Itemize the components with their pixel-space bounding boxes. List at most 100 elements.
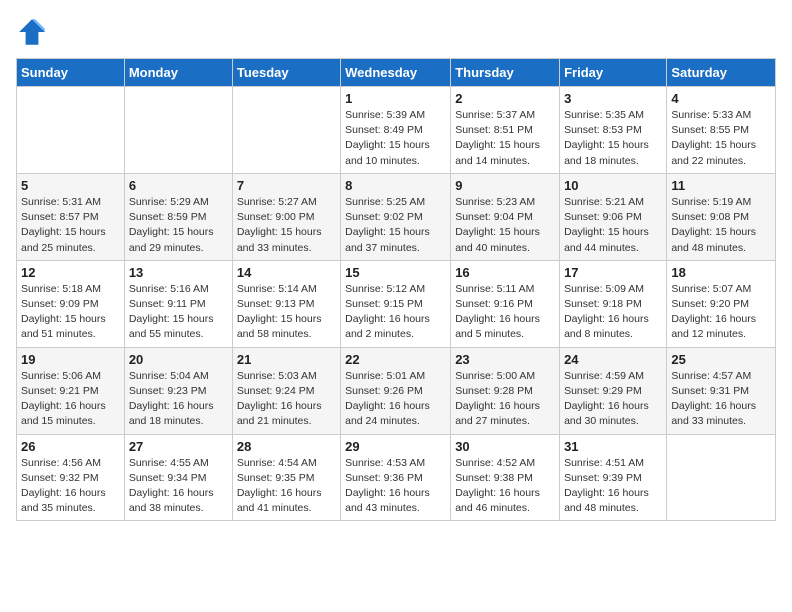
calendar-cell: 1 Sunrise: 5:39 AMSunset: 8:49 PMDaylight… xyxy=(341,87,451,174)
calendar-cell: 21Sunrise: 5:03 AMSunset: 9:24 PMDayligh… xyxy=(232,347,340,434)
day-number: 18 xyxy=(671,265,771,280)
calendar-cell: 9 Sunrise: 5:23 AMSunset: 9:04 PMDaylight… xyxy=(451,173,560,260)
day-number: 22 xyxy=(345,352,446,367)
day-of-week-header: Saturday xyxy=(667,59,776,87)
day-info: Sunrise: 4:59 AMSunset: 9:29 PMDaylight:… xyxy=(564,369,662,430)
calendar-cell: 26 Sunrise: 4:56 AMSunset: 9:32 PMDayligh… xyxy=(17,434,125,521)
day-info: Sunrise: 5:29 AMSunset: 8:59 PMDaylight:… xyxy=(129,195,228,256)
day-number: 11 xyxy=(671,178,771,193)
calendar-cell: 22 Sunrise: 5:01 AMSunset: 9:26 PMDayligh… xyxy=(341,347,451,434)
day-info: Sunrise: 5:23 AMSunset: 9:04 PMDaylight:… xyxy=(455,195,555,256)
calendar-cell: 16Sunrise: 5:11 AMSunset: 9:16 PMDayligh… xyxy=(451,260,560,347)
calendar-cell: 31 Sunrise: 4:51 AMSunset: 9:39 PMDayligh… xyxy=(560,434,667,521)
calendar-week-row: 12Sunrise: 5:18 AMSunset: 9:09 PMDayligh… xyxy=(17,260,776,347)
calendar-cell: 6 Sunrise: 5:29 AMSunset: 8:59 PMDaylight… xyxy=(124,173,232,260)
day-number: 8 xyxy=(345,178,446,193)
calendar-cell: 4 Sunrise: 5:33 AMSunset: 8:55 PMDaylight… xyxy=(667,87,776,174)
calendar-cell: 20 Sunrise: 5:04 AMSunset: 9:23 PMDayligh… xyxy=(124,347,232,434)
calendar-week-row: 1 Sunrise: 5:39 AMSunset: 8:49 PMDaylight… xyxy=(17,87,776,174)
calendar-cell xyxy=(667,434,776,521)
day-info: Sunrise: 5:33 AMSunset: 8:55 PMDaylight:… xyxy=(671,108,771,169)
day-info: Sunrise: 5:31 AMSunset: 8:57 PMDaylight:… xyxy=(21,195,120,256)
day-info: Sunrise: 4:52 AMSunset: 9:38 PMDaylight:… xyxy=(455,456,555,517)
day-number: 27 xyxy=(129,439,228,454)
day-info: Sunrise: 5:16 AMSunset: 9:11 PMDaylight:… xyxy=(129,282,228,343)
day-number: 7 xyxy=(237,178,336,193)
day-number: 16 xyxy=(455,265,555,280)
day-info: Sunrise: 5:25 AMSunset: 9:02 PMDaylight:… xyxy=(345,195,446,256)
day-info: Sunrise: 5:35 AMSunset: 8:53 PMDaylight:… xyxy=(564,108,662,169)
calendar-cell: 15 Sunrise: 5:12 AMSunset: 9:15 PMDayligh… xyxy=(341,260,451,347)
day-info: Sunrise: 4:54 AMSunset: 9:35 PMDaylight:… xyxy=(237,456,336,517)
calendar-cell: 8 Sunrise: 5:25 AMSunset: 9:02 PMDaylight… xyxy=(341,173,451,260)
day-number: 3 xyxy=(564,91,662,106)
calendar-cell: 11Sunrise: 5:19 AMSunset: 9:08 PMDayligh… xyxy=(667,173,776,260)
day-info: Sunrise: 4:53 AMSunset: 9:36 PMDaylight:… xyxy=(345,456,446,517)
calendar-week-row: 26 Sunrise: 4:56 AMSunset: 9:32 PMDayligh… xyxy=(17,434,776,521)
day-of-week-header: Sunday xyxy=(17,59,125,87)
day-info: Sunrise: 5:07 AMSunset: 9:20 PMDaylight:… xyxy=(671,282,771,343)
day-number: 15 xyxy=(345,265,446,280)
day-of-week-header: Thursday xyxy=(451,59,560,87)
calendar-cell: 5 Sunrise: 5:31 AMSunset: 8:57 PMDaylight… xyxy=(17,173,125,260)
day-info: Sunrise: 5:12 AMSunset: 9:15 PMDaylight:… xyxy=(345,282,446,343)
day-number: 4 xyxy=(671,91,771,106)
calendar-cell xyxy=(124,87,232,174)
calendar-cell xyxy=(17,87,125,174)
calendar-cell: 24 Sunrise: 4:59 AMSunset: 9:29 PMDayligh… xyxy=(560,347,667,434)
day-number: 2 xyxy=(455,91,555,106)
day-number: 26 xyxy=(21,439,120,454)
day-info: Sunrise: 5:21 AMSunset: 9:06 PMDaylight:… xyxy=(564,195,662,256)
calendar-cell: 12Sunrise: 5:18 AMSunset: 9:09 PMDayligh… xyxy=(17,260,125,347)
calendar-cell: 18 Sunrise: 5:07 AMSunset: 9:20 PMDayligh… xyxy=(667,260,776,347)
day-info: Sunrise: 5:27 AMSunset: 9:00 PMDaylight:… xyxy=(237,195,336,256)
day-number: 23 xyxy=(455,352,555,367)
day-info: Sunrise: 5:14 AMSunset: 9:13 PMDaylight:… xyxy=(237,282,336,343)
calendar-cell: 14 Sunrise: 5:14 AMSunset: 9:13 PMDayligh… xyxy=(232,260,340,347)
day-number: 31 xyxy=(564,439,662,454)
day-of-week-header: Wednesday xyxy=(341,59,451,87)
day-number: 6 xyxy=(129,178,228,193)
calendar-cell: 19 Sunrise: 5:06 AMSunset: 9:21 PMDayligh… xyxy=(17,347,125,434)
days-of-week-row: SundayMondayTuesdayWednesdayThursdayFrid… xyxy=(17,59,776,87)
calendar-cell: 10 Sunrise: 5:21 AMSunset: 9:06 PMDayligh… xyxy=(560,173,667,260)
day-number: 9 xyxy=(455,178,555,193)
calendar-cell: 25Sunrise: 4:57 AMSunset: 9:31 PMDayligh… xyxy=(667,347,776,434)
calendar-week-row: 19 Sunrise: 5:06 AMSunset: 9:21 PMDayligh… xyxy=(17,347,776,434)
logo xyxy=(16,16,52,48)
calendar-table: SundayMondayTuesdayWednesdayThursdayFrid… xyxy=(16,58,776,521)
calendar-cell: 23 Sunrise: 5:00 AMSunset: 9:28 PMDayligh… xyxy=(451,347,560,434)
day-info: Sunrise: 5:39 AMSunset: 8:49 PMDaylight:… xyxy=(345,108,446,169)
day-number: 20 xyxy=(129,352,228,367)
day-number: 21 xyxy=(237,352,336,367)
day-info: Sunrise: 5:01 AMSunset: 9:26 PMDaylight:… xyxy=(345,369,446,430)
day-number: 10 xyxy=(564,178,662,193)
calendar-cell: 30 Sunrise: 4:52 AMSunset: 9:38 PMDayligh… xyxy=(451,434,560,521)
day-number: 29 xyxy=(345,439,446,454)
day-number: 24 xyxy=(564,352,662,367)
day-number: 13 xyxy=(129,265,228,280)
day-info: Sunrise: 5:00 AMSunset: 9:28 PMDaylight:… xyxy=(455,369,555,430)
day-number: 17 xyxy=(564,265,662,280)
calendar-body: 1 Sunrise: 5:39 AMSunset: 8:49 PMDaylight… xyxy=(17,87,776,521)
calendar-cell: 2Sunrise: 5:37 AMSunset: 8:51 PMDaylight… xyxy=(451,87,560,174)
day-of-week-header: Friday xyxy=(560,59,667,87)
day-number: 19 xyxy=(21,352,120,367)
calendar-cell: 28Sunrise: 4:54 AMSunset: 9:35 PMDayligh… xyxy=(232,434,340,521)
day-info: Sunrise: 5:04 AMSunset: 9:23 PMDaylight:… xyxy=(129,369,228,430)
day-info: Sunrise: 5:06 AMSunset: 9:21 PMDaylight:… xyxy=(21,369,120,430)
day-info: Sunrise: 4:51 AMSunset: 9:39 PMDaylight:… xyxy=(564,456,662,517)
day-info: Sunrise: 4:56 AMSunset: 9:32 PMDaylight:… xyxy=(21,456,120,517)
day-number: 1 xyxy=(345,91,446,106)
day-info: Sunrise: 4:55 AMSunset: 9:34 PMDaylight:… xyxy=(129,456,228,517)
calendar-cell: 7 Sunrise: 5:27 AMSunset: 9:00 PMDaylight… xyxy=(232,173,340,260)
day-number: 30 xyxy=(455,439,555,454)
day-of-week-header: Monday xyxy=(124,59,232,87)
calendar-header: SundayMondayTuesdayWednesdayThursdayFrid… xyxy=(17,59,776,87)
calendar-cell: 13 Sunrise: 5:16 AMSunset: 9:11 PMDayligh… xyxy=(124,260,232,347)
calendar-cell: 17Sunrise: 5:09 AMSunset: 9:18 PMDayligh… xyxy=(560,260,667,347)
calendar-cell: 3 Sunrise: 5:35 AMSunset: 8:53 PMDaylight… xyxy=(560,87,667,174)
day-number: 14 xyxy=(237,265,336,280)
day-number: 25 xyxy=(671,352,771,367)
day-number: 5 xyxy=(21,178,120,193)
